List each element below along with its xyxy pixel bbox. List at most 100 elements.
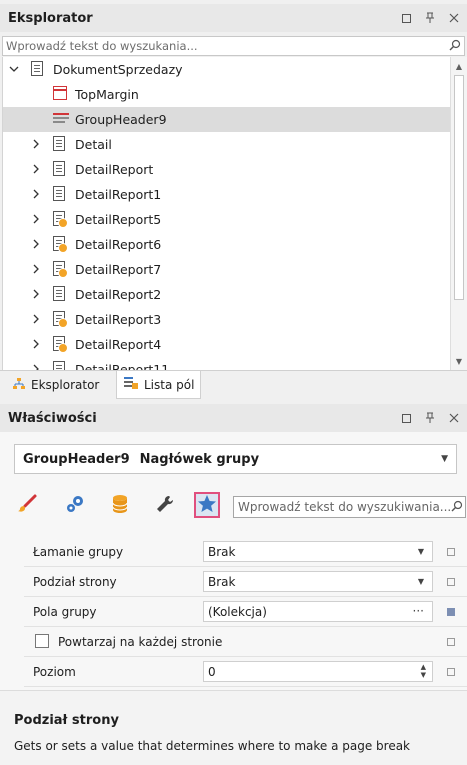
- chevron-down-icon: ▼: [417, 547, 424, 556]
- maximize-icon[interactable]: [399, 411, 413, 425]
- tree-item[interactable]: Detail: [3, 132, 450, 157]
- property-marker: [447, 548, 455, 556]
- property-label: Podział strony: [33, 575, 117, 589]
- properties-title: Właściwości: [8, 410, 97, 426]
- object-type: Nagłówek grupy: [139, 451, 260, 467]
- tab-data[interactable]: [107, 492, 133, 518]
- tree-item[interactable]: DetailReport: [3, 157, 450, 182]
- tab-layout[interactable]: [152, 492, 178, 518]
- scroll-up-icon[interactable]: ▲: [451, 58, 467, 74]
- tree-item-label: DetailReport6: [75, 237, 162, 252]
- property-label: Łamanie grupy: [33, 545, 124, 559]
- level-spinner[interactable]: 0 ▲ ▼: [203, 661, 433, 682]
- tree-item[interactable]: GroupHeader9: [3, 107, 450, 132]
- tab-appearance[interactable]: [14, 492, 40, 518]
- property-label: Poziom: [33, 665, 76, 679]
- tree-item[interactable]: DetailReport4: [3, 332, 450, 357]
- document-icon: [53, 286, 69, 302]
- properties-search-input[interactable]: Wprowadź tekst do wyszukiwania...: [233, 496, 466, 518]
- tree-item-label: DetailReport1: [75, 187, 162, 202]
- explorer-title: Eksplorator: [8, 10, 93, 26]
- tree-item-label: DetailReport: [75, 162, 154, 177]
- explorer-search-input[interactable]: Wprowadź tekst do wyszukania...: [2, 36, 465, 56]
- tree-item[interactable]: DokumentSprzedazy: [3, 57, 450, 82]
- property-description: Podział strony Gets or sets a value that…: [0, 690, 467, 765]
- tree-item-label: GroupHeader9: [75, 112, 167, 127]
- search-icon: [451, 500, 463, 515]
- chevron-right-icon[interactable]: [31, 214, 41, 224]
- ellipsis-button[interactable]: ···: [413, 604, 424, 618]
- chevron-right-icon[interactable]: [31, 189, 41, 199]
- search-icon: [449, 39, 461, 54]
- page-break-dropdown[interactable]: Brak ▼: [203, 571, 433, 592]
- properties-search-placeholder: Wprowadź tekst do wyszukiwania...: [238, 500, 452, 514]
- gears-icon: [64, 493, 86, 518]
- chevron-right-icon[interactable]: [31, 314, 41, 324]
- chevron-down-icon: ▼: [441, 454, 448, 464]
- tree-item[interactable]: DetailReport1: [3, 182, 450, 207]
- brush-icon: [16, 493, 38, 518]
- tree-item[interactable]: TopMargin: [3, 82, 450, 107]
- maximize-icon[interactable]: [399, 11, 413, 25]
- tree-item[interactable]: DetailReport6: [3, 232, 450, 257]
- property-marker: [447, 668, 455, 676]
- chevron-right-icon[interactable]: [31, 264, 41, 274]
- explorer-panel-header: Eksplorator: [0, 4, 467, 32]
- document-datasource-icon: [53, 336, 69, 353]
- property-row-repeat-every-page: Powtarzaj na każdej stronie: [24, 627, 467, 657]
- explorer-tree[interactable]: DokumentSprzedazy TopMargin GroupHeader9 De…: [2, 57, 450, 370]
- property-row-page-break: Podział strony Brak ▼: [24, 567, 467, 597]
- tab-favorites[interactable]: [194, 492, 220, 518]
- tab-behavior[interactable]: [62, 492, 88, 518]
- property-marker: [447, 638, 455, 646]
- chevron-right-icon[interactable]: [31, 239, 41, 249]
- margin-band-icon: [53, 86, 69, 102]
- scroll-thumb[interactable]: [454, 75, 464, 300]
- document-icon: [31, 61, 47, 77]
- repeat-every-page-checkbox[interactable]: [35, 634, 49, 648]
- tab-lista-pol[interactable]: Lista pól: [116, 371, 202, 399]
- scroll-down-icon[interactable]: ▼: [451, 353, 467, 369]
- chevron-down-icon[interactable]: [9, 64, 19, 74]
- pin-icon[interactable]: [423, 11, 437, 25]
- tree-item[interactable]: DetailReport3: [3, 307, 450, 332]
- property-label: Powtarzaj na każdej stronie: [58, 635, 223, 649]
- explorer-scrollbar[interactable]: ▲ ▼: [450, 57, 467, 370]
- property-value: (Kolekcja): [208, 604, 267, 619]
- explorer-search-placeholder: Wprowadź tekst do wyszukania...: [6, 39, 198, 53]
- spinner-arrows-icon[interactable]: ▲ ▼: [421, 663, 426, 679]
- tree-item-label: TopMargin: [75, 87, 139, 102]
- property-marker: [447, 608, 455, 616]
- properties-panel-header: Właściwości: [0, 404, 467, 432]
- tree-item[interactable]: DetailReport5: [3, 207, 450, 232]
- document-icon: [53, 161, 69, 177]
- close-icon[interactable]: [447, 11, 461, 25]
- document-datasource-icon: [53, 261, 69, 278]
- tree-item-label: DetailReport4: [75, 337, 162, 352]
- chevron-right-icon[interactable]: [31, 164, 41, 174]
- property-row-group-fields: Pola grupy (Kolekcja) ···: [24, 597, 467, 627]
- tree-item-label: DetailReport3: [75, 312, 162, 327]
- group-fields-editor[interactable]: (Kolekcja) ···: [203, 601, 433, 622]
- document-icon: [53, 136, 69, 152]
- chevron-right-icon[interactable]: [31, 289, 41, 299]
- document-datasource-icon: [53, 236, 69, 253]
- tree-item-label: DokumentSprzedazy: [53, 62, 183, 77]
- tree-item[interactable]: DetailReport11: [3, 357, 450, 370]
- tree-item[interactable]: DetailReport2: [3, 282, 450, 307]
- property-marker: [447, 578, 455, 586]
- explorer-bottom-tabs: Eksplorator Lista pól: [0, 370, 467, 399]
- document-icon: [53, 186, 69, 202]
- object-selector[interactable]: GroupHeader9 Nagłówek grupy ▼: [14, 444, 457, 474]
- star-icon: [197, 494, 217, 517]
- chevron-right-icon[interactable]: [31, 139, 41, 149]
- chevron-right-icon[interactable]: [31, 339, 41, 349]
- pin-icon[interactable]: [423, 411, 437, 425]
- tree-item-label: Detail: [75, 137, 112, 152]
- tree-item[interactable]: DetailReport7: [3, 257, 450, 282]
- object-name: GroupHeader9: [23, 451, 130, 467]
- wrench-icon: [155, 494, 175, 517]
- group-break-dropdown[interactable]: Brak ▼: [203, 541, 433, 562]
- close-icon[interactable]: [447, 411, 461, 425]
- tab-eksplorator[interactable]: Eksplorator: [6, 371, 105, 399]
